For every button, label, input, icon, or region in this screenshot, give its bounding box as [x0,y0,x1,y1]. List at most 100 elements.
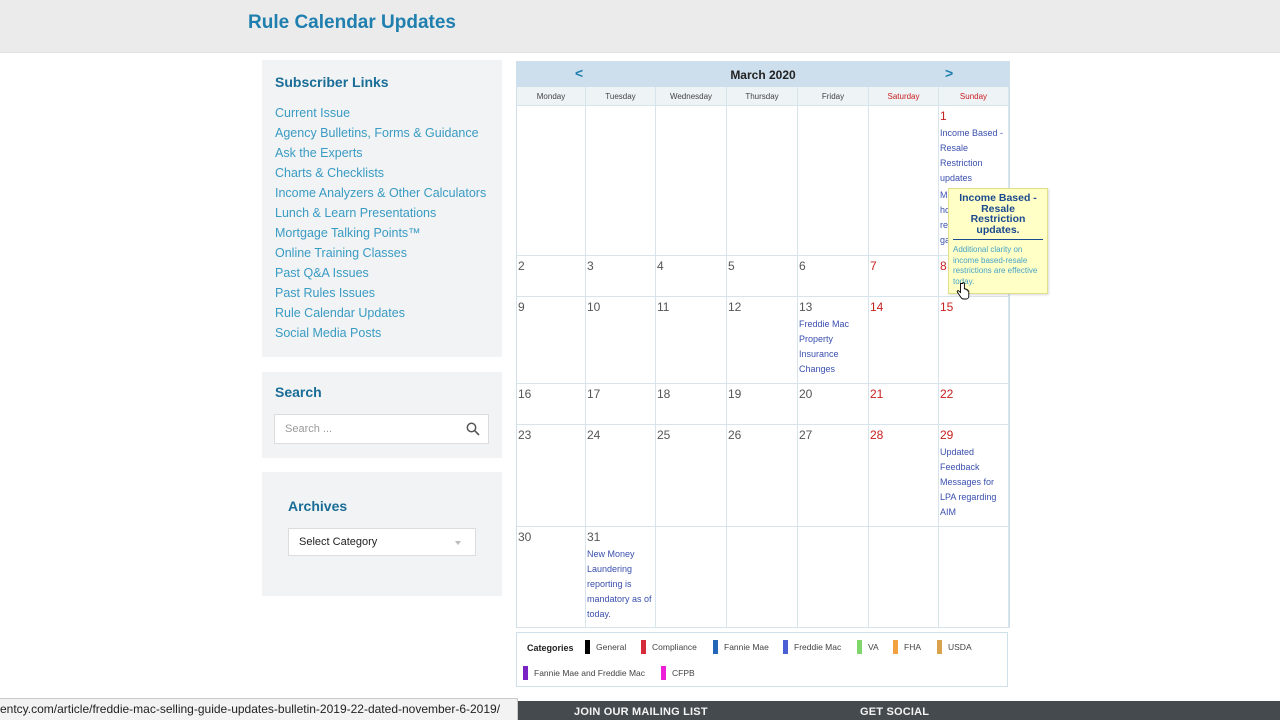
day-number: 8 [940,259,947,273]
day-number: 14 [870,300,884,314]
calendar-day-12[interactable]: 12 [727,297,798,384]
legend-item-label: CFPB [672,668,695,678]
calendar-day-13[interactable]: 13 Freddie Mac Property Insurance Changes [798,297,869,384]
day-number: 3 [587,259,594,273]
calendar-empty-cell [727,527,798,628]
day-number: 23 [518,428,532,442]
day-number: 25 [657,428,671,442]
link-lunch-learn[interactable]: Lunch & Learn Presentations [275,206,436,220]
calendar-day-18[interactable]: 18 [656,384,727,425]
link-online-training[interactable]: Online Training Classes [275,246,407,260]
calendar-empty-cell [869,106,939,256]
calendar-day-17[interactable]: 17 [586,384,656,425]
search-input[interactable] [275,415,455,443]
weekday-friday: Friday [798,87,869,106]
calendar-day-26[interactable]: 26 [727,425,798,527]
legend-item-label: USDA [948,642,972,652]
legend-item-label: Freddie Mac [794,642,842,652]
calendar-event-link[interactable]: Income Based - Resale Restriction update… [940,126,1006,186]
calendar-day-30[interactable]: 30 [517,527,586,628]
calendar-day-29[interactable]: 29 Updated Feedback Messages for LPA rega… [939,425,1009,527]
category-select[interactable]: Select Category [288,528,476,556]
calendar-day-16[interactable]: 16 [517,384,586,425]
archives-heading: Archives [288,498,348,514]
calendar-empty-cell [869,527,939,628]
legend-item-label: FHA [904,642,921,652]
calendar-event-link[interactable]: New Money Laundering reporting is mandat… [587,547,653,622]
legend-item-label: General [596,642,627,652]
calendar-day-15[interactable]: 15 [939,297,1009,384]
calendar-day-21[interactable]: 21 [869,384,939,425]
calendar-empty-cell [586,106,656,256]
link-charts-checklists[interactable]: Charts & Checklists [275,166,384,180]
legend-item-label: Fannie Mae [724,642,769,652]
link-past-qa[interactable]: Past Q&A Issues [275,266,369,280]
footer-get-social[interactable]: GET SOCIAL [860,706,929,718]
calendar-day-3[interactable]: 3 [586,256,656,297]
day-number: 9 [518,300,525,314]
calendar-day-4[interactable]: 4 [656,256,727,297]
day-number: 27 [799,428,813,442]
link-ask-the-experts[interactable]: Ask the Experts [275,146,363,160]
link-rule-calendar[interactable]: Rule Calendar Updates [275,306,405,320]
calendar-empty-cell [517,106,586,256]
calendar-day-25[interactable]: 25 [656,425,727,527]
calendar-empty-cell [727,106,798,256]
calendar-day-5[interactable]: 5 [727,256,798,297]
next-month-button[interactable]: > [945,65,953,81]
day-number: 11 [657,300,670,314]
day-number: 18 [657,387,671,401]
calendar-day-31[interactable]: 31 New Money Laundering reporting is mand… [586,527,656,628]
calendar-month-title: March 2020 [730,68,796,82]
tooltip-body: Additional clarity on income based-resal… [953,245,1038,286]
calendar-day-14[interactable]: 14 [869,297,939,384]
day-number: 13 [799,300,813,314]
calendar-empty-cell [939,527,1009,628]
calendar-day-10[interactable]: 10 [586,297,656,384]
calendar-empty-cell [656,106,727,256]
calendar-day-7[interactable]: 7 [869,256,939,297]
weekday-header-row: Monday Tuesday Wednesday Thursday Friday Satu… [517,87,1009,106]
day-number: 28 [870,428,884,442]
calendar-day-24[interactable]: 24 [586,425,656,527]
day-number: 20 [799,387,813,401]
calendar-day-23[interactable]: 23 [517,425,586,527]
calendar-day-19[interactable]: 19 [727,384,798,425]
calendar-day-27[interactable]: 27 [798,425,869,527]
search-icon[interactable] [466,422,480,436]
day-number: 31 [587,530,601,544]
link-current-issue[interactable]: Current Issue [275,106,350,120]
category-legend: Categories General Compliance Fannie Mae Fr… [516,632,1008,687]
calendar-empty-cell [798,106,869,256]
day-number: 29 [940,428,954,442]
search-panel: Search [262,372,502,458]
calendar-day-11[interactable]: 11 [656,297,727,384]
top-header-bar: Rule Calendar Updates [0,0,1280,53]
calendar-day-22[interactable]: 22 [939,384,1009,425]
day-number: 19 [728,387,742,401]
calendar-day-2[interactable]: 2 [517,256,586,297]
archives-panel: Archives Select Category [262,472,502,596]
link-agency-bulletins[interactable]: Agency Bulletins, Forms & Guidance [275,126,479,140]
link-social-media[interactable]: Social Media Posts [275,326,381,340]
subscriber-links-heading: Subscriber Links [275,74,389,90]
link-past-rules[interactable]: Past Rules Issues [275,286,375,300]
footer-mailing-list[interactable]: JOIN OUR MAILING LIST [574,706,708,718]
link-income-analyzers[interactable]: Income Analyzers & Other Calculators [275,186,486,200]
calendar-event-link[interactable]: Updated Feedback Messages for LPA regard… [940,445,1006,520]
day-number: 7 [870,259,877,273]
day-number: 16 [518,387,532,401]
calendar-day-28[interactable]: 28 [869,425,939,527]
calendar-day-9[interactable]: 9 [517,297,586,384]
event-calendar: < March 2020 > Monday Tuesday Wednesday Thu… [516,61,1010,628]
legend-swatch [937,640,942,654]
calendar-day-20[interactable]: 20 [798,384,869,425]
link-mortgage-talking-points[interactable]: Mortgage Talking Points™ [275,226,421,240]
subscriber-links-list: Current Issue Agency Bulletins, Forms & … [275,105,486,345]
calendar-day-6[interactable]: 6 [798,256,869,297]
day-number: 10 [587,300,601,314]
calendar-empty-cell [798,527,869,628]
day-number: 30 [518,530,532,544]
hand-cursor-icon [956,282,970,300]
calendar-event-link[interactable]: Freddie Mac Property Insurance Changes [799,317,865,377]
